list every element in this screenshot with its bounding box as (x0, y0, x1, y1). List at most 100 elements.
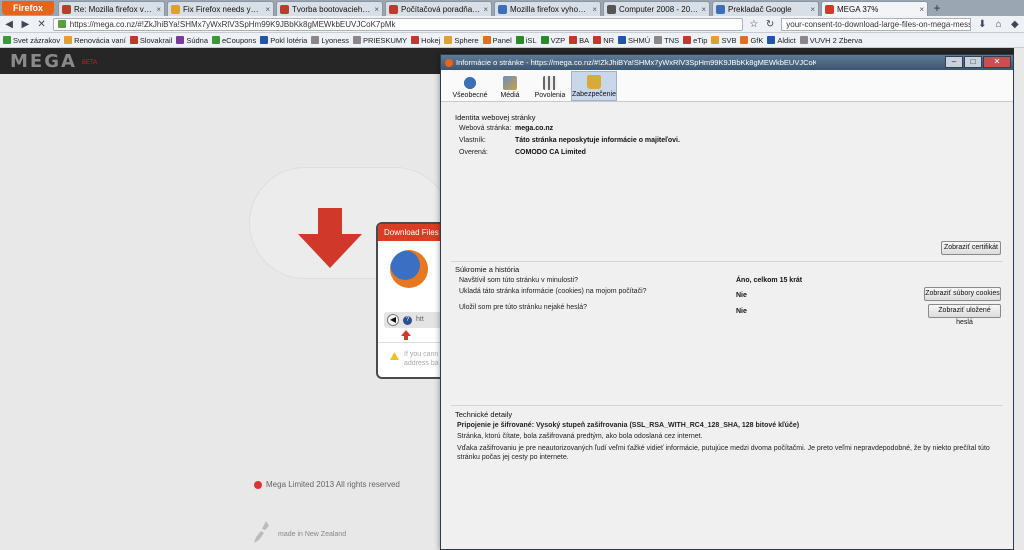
tab-favicon-icon (607, 4, 616, 14)
tab-close-icon[interactable]: × (374, 3, 379, 16)
bookmark-item[interactable]: Renovácia vaní (64, 36, 126, 45)
bookmark-label: Pokl lotéria (270, 35, 308, 45)
bookmark-item[interactable]: Lyoness (311, 36, 349, 45)
tab-favicon-icon (716, 4, 725, 14)
bookmark-icon (654, 36, 663, 44)
permissions-icon (543, 76, 557, 90)
bookmark-label: Hokej (421, 35, 441, 45)
bookmark-item[interactable]: Panel (482, 36, 512, 45)
bookmark-star-icon[interactable]: ☆ (749, 19, 759, 30)
bookmark-item[interactable]: VUVH 2 Zberva (799, 35, 863, 45)
browser-tab[interactable]: Mozilla firefox vyhodi hlasku ...× (494, 1, 601, 16)
website-label: Webová stránka: (459, 125, 512, 132)
mini-url: htt (416, 316, 424, 323)
tab-media-label: Médiá (500, 92, 520, 99)
url-bar[interactable]: https://mega.co.nz/#!ZkJhiBYa!SHMx7yWxRl… (52, 17, 743, 31)
bookmark-item[interactable]: Svet zázrakov (3, 36, 60, 45)
tab-close-icon[interactable]: × (483, 3, 488, 16)
tab-close-icon[interactable]: × (701, 3, 706, 16)
tab-close-icon[interactable]: × (265, 3, 270, 16)
bookmark-label: Renovácia vaní (74, 35, 126, 45)
tab-close-icon[interactable]: × (919, 3, 924, 16)
bookmark-item[interactable]: eCoupons (212, 36, 256, 45)
minimize-button[interactable]: – (945, 56, 963, 68)
bookmark-label: TNS (664, 35, 680, 45)
bookmark-icon (711, 36, 720, 44)
url-text: https://mega.co.nz/#!ZkJhiBYa!SHMx7yWxRl… (69, 19, 396, 29)
download-icon[interactable]: ⬇ (977, 19, 987, 30)
bookmark-item[interactable]: Súdna (176, 36, 208, 45)
firefox-menu-button[interactable]: Firefox (2, 1, 54, 15)
cookies-answer: Nie (736, 292, 747, 299)
bookmark-item[interactable]: Hokej (411, 36, 440, 45)
bookmark-item[interactable]: BA (569, 36, 589, 45)
popup-divider (378, 342, 446, 343)
ssl-lock-icon[interactable] (57, 20, 66, 28)
back-icon[interactable]: ◀ (4, 19, 14, 30)
tab-close-icon[interactable]: × (156, 3, 161, 16)
mini-back-icon: ◀ (387, 314, 399, 326)
tab-favicon-icon (280, 4, 289, 14)
new-tab-button[interactable]: + (930, 2, 944, 16)
tab-security[interactable]: Zabezpečenie (571, 71, 617, 101)
tab-permissions[interactable]: Povolenia (531, 71, 569, 101)
bookmark-label: BA (579, 35, 590, 45)
bookmark-label: Svet zázrakov (13, 35, 61, 45)
close-button[interactable]: ✕ (983, 56, 1011, 68)
view-certificate-button[interactable]: Zobraziť certifikát (941, 241, 1001, 255)
encryption-status: Pripojenie je šifrované: Vysoký stupeň z… (457, 422, 800, 429)
browser-tab[interactable]: Computer 2008 - 2012 - Page ...× (603, 1, 710, 16)
view-cookies-button[interactable]: Zobraziť súbory cookies (924, 287, 1001, 301)
warning-icon (390, 352, 399, 360)
bookmark-label: VUVH 2 Zberva (809, 35, 863, 45)
bookmark-item[interactable]: VZP (540, 36, 565, 45)
browser-tab[interactable]: Re: Mozilla firefox vyhodi hlas...× (58, 1, 165, 16)
bookmark-item[interactable]: TNS (654, 36, 679, 45)
bookmark-item[interactable]: PRIESKUMY (352, 36, 407, 45)
bookmark-item[interactable]: NR (593, 36, 614, 45)
view-passwords-button[interactable]: Zobraziť uložené heslá (928, 304, 1001, 326)
browser-tab[interactable]: Fix Firefox needs your consen...× (167, 1, 274, 16)
download-files-popup: Download Files ◀ ? htt If you cann addre… (376, 222, 448, 379)
bookmark-item[interactable]: Pokl lotéria (260, 36, 307, 45)
bookmark-icon (799, 36, 808, 44)
bookmark-label: Sphere (454, 35, 479, 45)
reload-icon[interactable]: ↻ (765, 19, 775, 30)
mega-beta-label: BETA (82, 60, 98, 66)
bookmark-item[interactable]: Sphere (444, 35, 479, 45)
home-icon[interactable]: ⌂ (994, 19, 1004, 30)
forward-icon[interactable]: ▶ (20, 19, 30, 30)
mega-footer: Mega Limited 2013 All rights reserved (254, 480, 400, 489)
tab-close-icon[interactable]: × (810, 3, 815, 16)
stop-icon[interactable]: ✕ (37, 19, 47, 30)
search-input[interactable]: your-consent-to-download-large-files-on-… (781, 17, 972, 31)
addon-icon[interactable]: ◆ (1010, 19, 1020, 30)
browser-tab[interactable]: Tvorba bootovacieho usb a B...× (276, 1, 383, 16)
bookmark-item[interactable]: GfK (740, 36, 763, 45)
browser-tab[interactable]: Počítačová poradňa - poradn...× (385, 1, 492, 16)
verified-label: Overená: (459, 149, 488, 156)
tab-close-icon[interactable]: × (592, 3, 597, 16)
browser-tab[interactable]: MEGA 37% × (821, 1, 928, 16)
bookmark-icon (540, 36, 549, 44)
mega-logo[interactable]: MEGA (10, 51, 77, 72)
bookmark-item[interactable]: Slovakrail (129, 36, 172, 45)
browser-tab[interactable]: Prekladač Google × (712, 1, 819, 16)
bookmark-icon (352, 36, 361, 44)
visited-answer: Áno, celkom 15 krát (736, 277, 803, 284)
tab-media[interactable]: Médiá (491, 71, 529, 101)
info-icon (463, 76, 477, 90)
passwords-question: Uložil som pre túto stránku nejaké heslá… (459, 304, 588, 311)
bookmark-item[interactable]: SVB (711, 36, 736, 45)
bookmark-label: eTip (693, 35, 708, 45)
bookmark-item[interactable]: SHMÚ (618, 36, 650, 45)
maximize-button[interactable]: □ (964, 56, 982, 68)
tab-title: Počítačová poradňa - poradn... (401, 4, 480, 14)
dialog-tab-toolbar: Všeobecné Médiá Povolenia Zabezpečenie (441, 70, 1013, 102)
bookmark-item[interactable]: eTip (683, 36, 707, 45)
bookmark-label: eCoupons (222, 35, 257, 45)
tab-general[interactable]: Všeobecné (451, 71, 489, 101)
bookmark-item[interactable]: iSL (515, 36, 537, 45)
bookmark-icon (176, 36, 185, 44)
bookmark-item[interactable]: Aldict (767, 36, 796, 45)
